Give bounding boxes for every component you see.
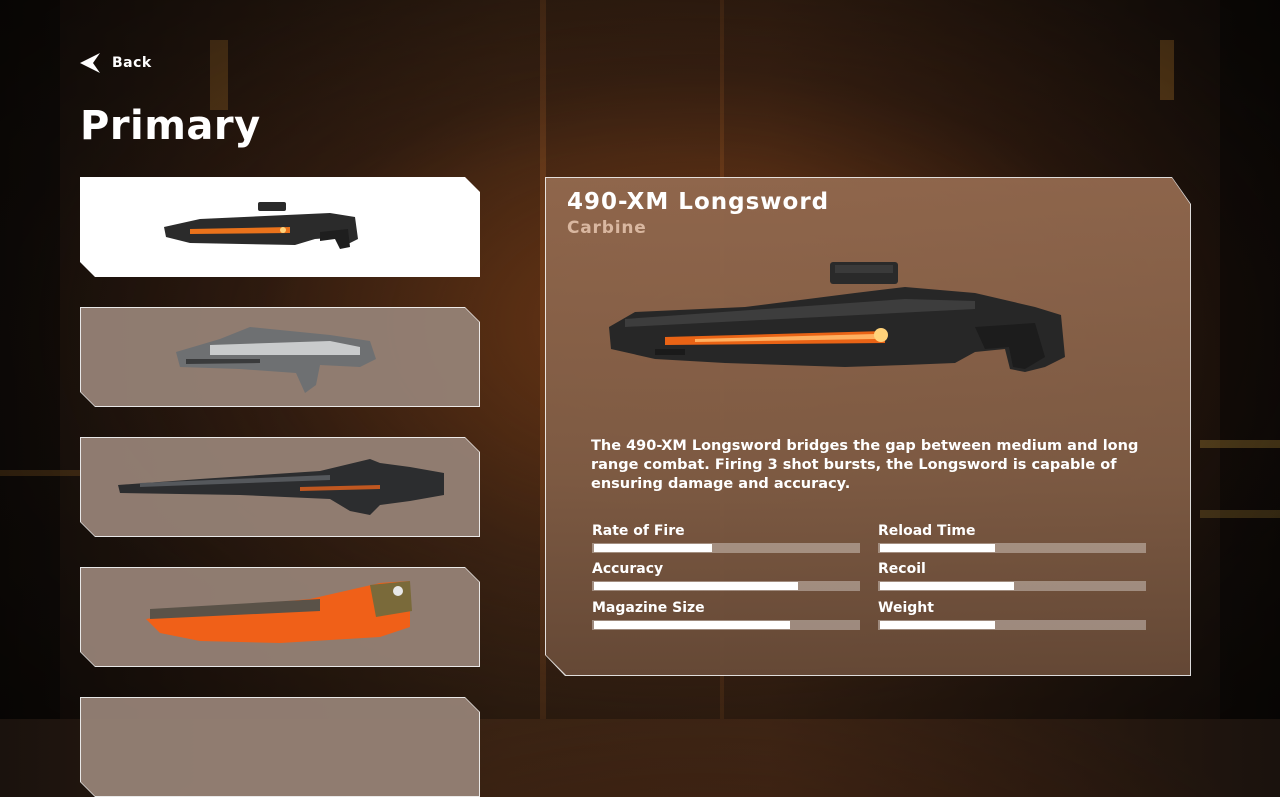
- stat-bar: [592, 620, 860, 630]
- weapon-thumbnail: [146, 581, 412, 643]
- stat-accuracy: Accuracy: [592, 561, 860, 591]
- stat-bar: [878, 620, 1146, 630]
- back-button[interactable]: Back: [80, 53, 152, 73]
- stat-bar: [878, 543, 1146, 553]
- weapon-thumbnail: [164, 202, 358, 249]
- weapon-thumbnail: [176, 327, 376, 393]
- stat-label: Reload Time: [878, 523, 976, 539]
- stat-label: Magazine Size: [592, 600, 705, 616]
- stat-label: Recoil: [878, 561, 926, 577]
- stat-label: Accuracy: [592, 561, 664, 577]
- stat-label: Rate of Fire: [592, 523, 685, 539]
- weapon-card-longsword[interactable]: [80, 177, 480, 277]
- back-label: Back: [112, 55, 152, 71]
- weapon-detail-panel: 490-XM Longsword Carbine The 490-XM Long…: [545, 177, 1191, 676]
- stat-weight: Weight: [878, 600, 1146, 630]
- weapon-card-rifle-3[interactable]: [80, 437, 480, 537]
- stat-reload-time: Reload Time: [878, 523, 1146, 553]
- weapon-card-rifle-4[interactable]: [80, 567, 480, 667]
- weapon-card-rifle-2[interactable]: [80, 307, 480, 407]
- weapon-description: The 490-XM Longsword bridges the gap bet…: [591, 438, 1139, 492]
- weapon-class: Carbine: [567, 218, 647, 238]
- stat-bar: [592, 543, 860, 553]
- weapon-preview-image: [609, 262, 1065, 372]
- stat-label: Weight: [878, 600, 934, 616]
- weapon-thumbnail: [118, 459, 444, 515]
- page-title: Primary: [80, 103, 261, 149]
- stat-recoil: Recoil: [878, 561, 1146, 591]
- weapon-card-rifle-5[interactable]: [80, 697, 480, 797]
- stat-bar: [878, 581, 1146, 591]
- back-arrow-icon: [80, 53, 100, 73]
- weapon-name: 490-XM Longsword: [567, 189, 830, 215]
- stat-bar: [592, 581, 860, 591]
- stat-rate-of-fire: Rate of Fire: [592, 523, 860, 553]
- stat-magazine-size: Magazine Size: [592, 600, 860, 630]
